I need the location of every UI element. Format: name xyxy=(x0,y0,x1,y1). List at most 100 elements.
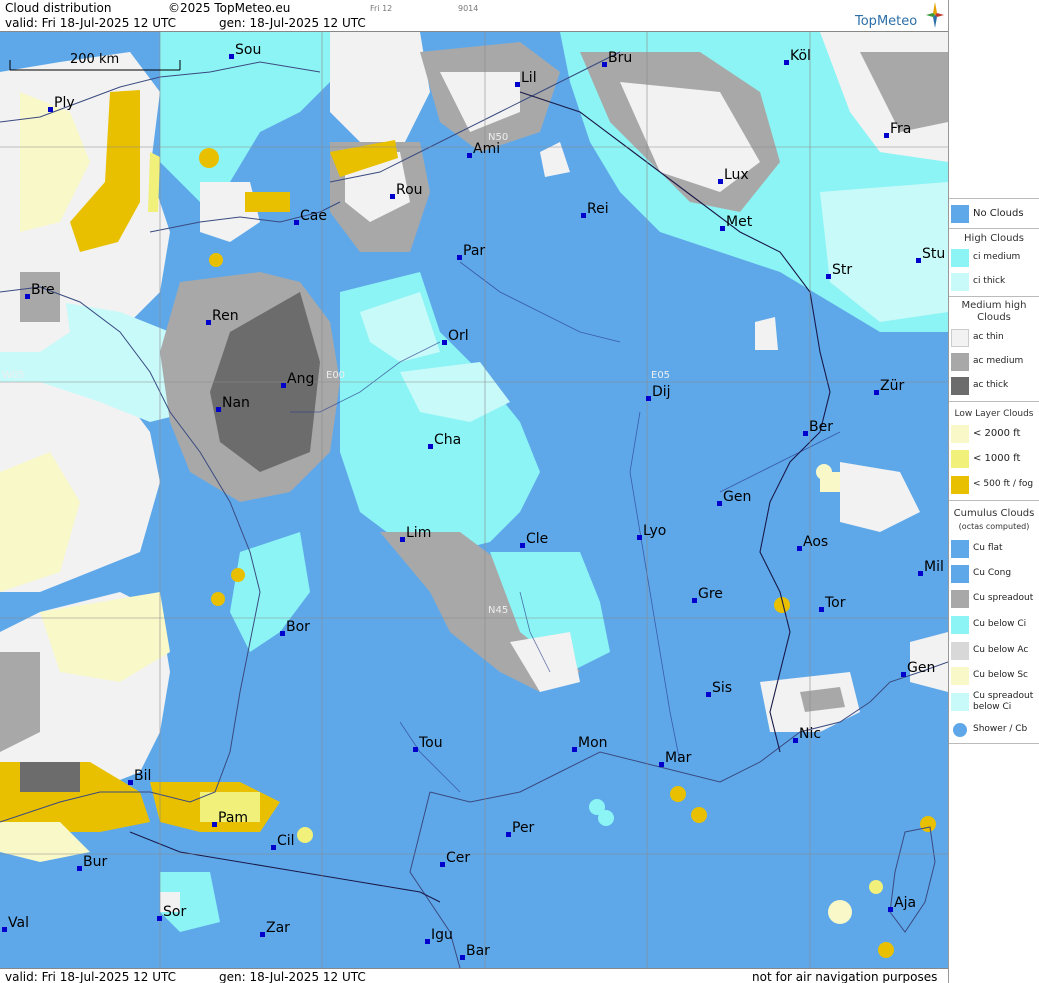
city-marker xyxy=(428,444,433,449)
city-marker xyxy=(888,907,893,912)
swatch-low-500 xyxy=(951,476,969,494)
city-label: Rou xyxy=(390,182,423,199)
scale-bar-label: 200 km xyxy=(70,52,120,67)
city-label: Met xyxy=(720,214,752,231)
city-label: Igu xyxy=(425,927,453,944)
city-marker xyxy=(797,546,802,551)
grid-label-w05: W05 xyxy=(2,370,25,381)
grid-label-n45: N45 xyxy=(488,605,509,616)
city-label: Ply xyxy=(48,95,75,112)
city-label: Cer xyxy=(440,850,470,867)
city-marker xyxy=(157,916,162,921)
header-small-2: 9014 xyxy=(458,4,479,13)
legend-shower[interactable]: Shower / Cb xyxy=(949,718,1039,742)
compass-star-icon xyxy=(926,2,944,28)
city-label: Nan xyxy=(216,395,250,412)
city-label: Fra xyxy=(884,121,911,138)
legend-low-2000[interactable]: < 2000 ft xyxy=(949,422,1039,446)
legend-cu-below-ac[interactable]: Cu below Ac xyxy=(949,639,1039,663)
city-label: Mil xyxy=(918,559,944,576)
city-label: Sis xyxy=(706,680,732,697)
city-label: Ber xyxy=(803,419,833,436)
city-label: Zar xyxy=(260,920,290,937)
legend-cu-spread-ci[interactable]: Cu spreadout below Ci xyxy=(949,690,1039,720)
city-label: Cle xyxy=(520,531,548,548)
swatch-cu-below-ci xyxy=(951,616,969,634)
city-marker xyxy=(77,866,82,871)
city-label: Bur xyxy=(77,854,107,871)
grid-label-e05: E05 xyxy=(651,370,671,381)
swatch-ac-thick xyxy=(951,377,969,395)
city-marker xyxy=(2,927,7,932)
city-marker xyxy=(602,62,607,67)
legend-ac-thin[interactable]: ac thin xyxy=(949,326,1039,350)
city-marker xyxy=(718,179,723,184)
copyright: ©2025 TopMeteo.eu xyxy=(168,1,291,15)
city-label: Cha xyxy=(428,432,461,449)
city-marker xyxy=(440,862,445,867)
topmeteo-logo[interactable]: TopMeteo xyxy=(855,14,917,29)
legend-panel: No Clouds High Clouds ci medium ci thick… xyxy=(948,0,1039,983)
city-marker xyxy=(784,60,789,65)
city-marker xyxy=(572,747,577,752)
city-label: Lyo xyxy=(637,523,666,540)
city-label: Stu xyxy=(916,246,945,263)
city-label: Mon xyxy=(572,735,608,752)
chart-title: Cloud distribution xyxy=(5,1,112,15)
city-label: Bru xyxy=(602,50,632,67)
city-label: Gen xyxy=(717,489,751,506)
city-marker xyxy=(281,383,286,388)
city-marker xyxy=(128,780,133,785)
city-label: Lil xyxy=(515,70,537,87)
city-marker xyxy=(260,932,265,937)
city-label: Bar xyxy=(460,943,490,960)
city-marker xyxy=(706,692,711,697)
legend-ac-medium[interactable]: ac medium xyxy=(949,350,1039,374)
city-label: Cil xyxy=(271,833,295,850)
city-marker xyxy=(212,822,217,827)
city-label: Par xyxy=(457,243,485,260)
city-marker xyxy=(692,598,697,603)
city-marker xyxy=(457,255,462,260)
legend-no-clouds[interactable]: No Clouds xyxy=(949,202,1039,226)
city-marker xyxy=(659,762,664,767)
swatch-cu-spreadout xyxy=(951,590,969,608)
legend-ac-thick[interactable]: ac thick xyxy=(949,374,1039,398)
city-label: Lim xyxy=(400,525,431,542)
city-marker xyxy=(216,407,221,412)
city-marker xyxy=(581,213,586,218)
city-label: Val xyxy=(2,915,29,932)
city-marker xyxy=(294,220,299,225)
city-marker xyxy=(442,340,447,345)
city-marker xyxy=(819,607,824,612)
legend-low-head: Low Layer Clouds xyxy=(954,409,1034,419)
city-label: Gen xyxy=(901,660,935,677)
legend-cu-flat[interactable]: Cu flat xyxy=(949,537,1039,561)
grid-label-e00: E00 xyxy=(326,370,346,381)
cloud-map[interactable]: 200 km W05 E00 E05 N50 N45 Sou Bru Köl P… xyxy=(0,32,948,968)
legend-low-500[interactable]: < 500 ft / fog xyxy=(949,473,1039,497)
city-label: Cae xyxy=(294,208,327,225)
city-label: Dij xyxy=(646,384,671,401)
swatch-cu-flat xyxy=(951,540,969,558)
legend-cu-cong[interactable]: Cu Cong xyxy=(949,562,1039,586)
legend-low-1000[interactable]: < 1000 ft xyxy=(949,447,1039,471)
legend-cu-spreadout[interactable]: Cu spreadout xyxy=(949,587,1039,611)
map-canvas xyxy=(0,32,948,968)
city-label: Nic xyxy=(793,726,821,743)
city-label: Aja xyxy=(888,895,916,912)
city-marker xyxy=(400,537,405,542)
legend-ci-thick[interactable]: ci thick xyxy=(949,270,1039,294)
city-marker xyxy=(826,274,831,279)
legend-medium-head: Medium high Clouds xyxy=(961,300,1027,323)
swatch-ac-thin xyxy=(951,329,969,347)
swatch-low-1000 xyxy=(951,450,969,468)
legend-ci-medium[interactable]: ci medium xyxy=(949,246,1039,270)
legend-cu-below-ci[interactable]: Cu below Ci xyxy=(949,613,1039,637)
legend-cu-below-sc[interactable]: Cu below Sc xyxy=(949,664,1039,688)
header-small-1: Fri 12 xyxy=(370,4,393,13)
footer-gen: gen: 18-Jul-2025 12 UTC xyxy=(219,970,366,983)
city-label: Tou xyxy=(413,735,443,752)
city-marker xyxy=(720,226,725,231)
city-marker xyxy=(901,672,906,677)
